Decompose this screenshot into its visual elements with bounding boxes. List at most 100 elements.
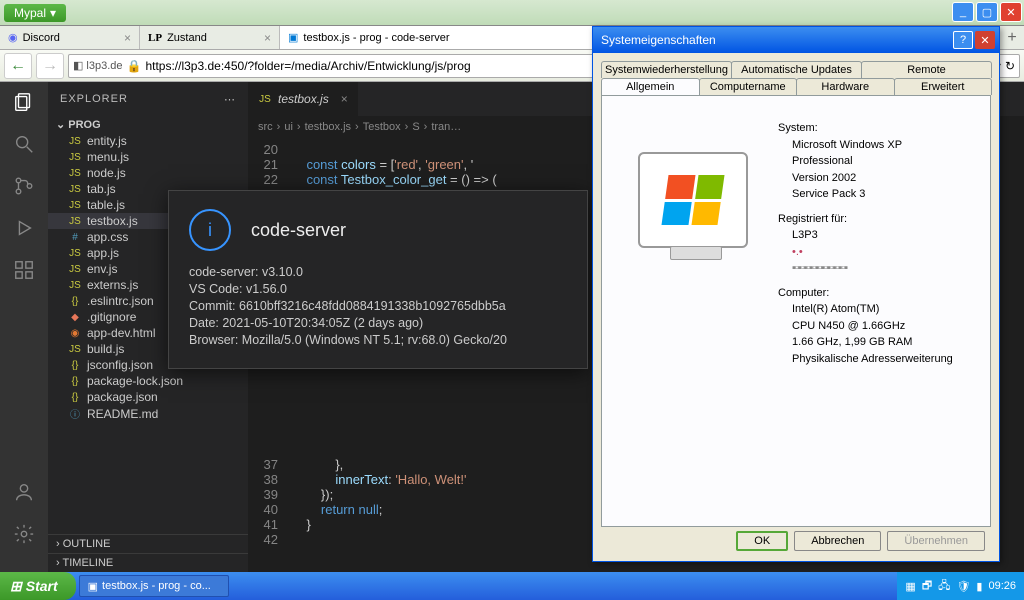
about-line: Browser: Mozilla/5.0 (Windows NT 5.1; rv… bbox=[189, 333, 567, 347]
js-icon: JS bbox=[68, 184, 82, 195]
reload-icon[interactable]: ↻ bbox=[1005, 59, 1015, 73]
git-icon: ◆ bbox=[68, 312, 82, 323]
more-icon[interactable]: ⋯ bbox=[224, 93, 236, 106]
clock[interactable]: 09:26 bbox=[988, 580, 1016, 592]
account-icon[interactable] bbox=[12, 480, 36, 504]
editor-tab[interactable]: JStestbox.js× bbox=[248, 82, 358, 116]
vscode-icon: ▣ bbox=[88, 580, 98, 593]
about-dialog: i code-server code-server: v3.10.0 VS Cod… bbox=[168, 190, 588, 369]
about-line: Date: 2021-05-10T20:34:05Z (2 days ago) bbox=[189, 316, 567, 330]
outline-section[interactable]: › OUTLINE bbox=[48, 534, 248, 553]
js-icon: JS bbox=[68, 136, 82, 147]
js-icon: JS bbox=[68, 344, 82, 355]
file-name: app.js bbox=[87, 246, 119, 260]
help-button[interactable]: ? bbox=[953, 31, 973, 49]
windows-logo bbox=[638, 152, 748, 248]
sysprops-tab[interactable]: Automatische Updates bbox=[731, 61, 862, 78]
folder-header[interactable]: ⌄ PROG bbox=[48, 116, 248, 133]
back-button[interactable]: ← bbox=[4, 53, 32, 79]
info-icon: i bbox=[189, 209, 231, 251]
sysprops-tab[interactable]: Allgemein bbox=[601, 78, 700, 95]
file-item[interactable]: ⓘ README.md bbox=[48, 405, 248, 422]
file-item[interactable]: {}package-lock.json bbox=[48, 373, 248, 389]
network-icon[interactable]: 🖧 bbox=[938, 577, 950, 596]
battery-icon[interactable]: ▮ bbox=[976, 580, 982, 593]
js-icon: JS bbox=[258, 94, 272, 105]
close-icon[interactable]: × bbox=[264, 31, 271, 45]
taskbar-item[interactable]: ▣testbox.js - prog - co... bbox=[79, 575, 229, 597]
explorer-icon[interactable] bbox=[12, 90, 36, 114]
file-name: testbox.js bbox=[87, 214, 138, 228]
file-item[interactable]: JS menu.js bbox=[48, 149, 248, 165]
file-name: env.js bbox=[87, 262, 117, 276]
system-tray[interactable]: ▦ 🗗 🖧 🛡 ▮ 09:26 bbox=[897, 572, 1024, 600]
debug-icon[interactable] bbox=[12, 216, 36, 240]
vscode-icon: ▣ bbox=[288, 31, 298, 44]
activity-bar bbox=[0, 82, 48, 572]
extensions-icon[interactable] bbox=[12, 258, 36, 282]
lock-icon: 🔒 bbox=[127, 59, 142, 73]
close-icon[interactable]: × bbox=[124, 31, 131, 45]
about-title: code-server bbox=[251, 220, 346, 241]
shield-icon[interactable]: 🛡 bbox=[956, 580, 970, 593]
ok-button[interactable]: OK bbox=[736, 531, 788, 551]
json-icon: {} bbox=[68, 392, 82, 403]
sysprops-tab[interactable]: Hardware bbox=[796, 78, 895, 95]
arrow-right-icon: → bbox=[42, 57, 58, 75]
windows-icon: ⊞ bbox=[10, 578, 22, 595]
file-item[interactable]: JS entity.js bbox=[48, 133, 248, 149]
chevron-down-icon: ▾ bbox=[50, 6, 56, 20]
sysprops-tab[interactable]: Remote bbox=[861, 61, 992, 78]
sysprops-titlebar[interactable]: Systemeigenschaften ? ✕ bbox=[593, 27, 999, 53]
arrow-left-icon: ← bbox=[10, 57, 26, 75]
sysprops-tab[interactable]: Systemwiederherstellung bbox=[601, 61, 732, 78]
source-control-icon[interactable] bbox=[12, 174, 36, 198]
window-close-button[interactable]: ✕ bbox=[1000, 2, 1022, 22]
discord-icon: ◉ bbox=[8, 31, 18, 44]
gear-icon[interactable] bbox=[12, 522, 36, 546]
tab-discord[interactable]: ◉Discord× bbox=[0, 26, 140, 49]
new-tab-button[interactable]: + bbox=[1000, 26, 1024, 49]
json-icon: {} bbox=[68, 360, 82, 371]
js-icon: JS bbox=[68, 152, 82, 163]
js-icon: JS bbox=[68, 216, 82, 227]
window-maximize-button[interactable]: ▢ bbox=[976, 2, 998, 22]
js-icon: JS bbox=[68, 248, 82, 259]
sysprops-tab[interactable]: Computername bbox=[699, 78, 798, 95]
site-identity[interactable]: ◧ l3p3.de bbox=[73, 59, 123, 72]
json-icon: {} bbox=[68, 296, 82, 307]
about-line: code-server: v3.10.0 bbox=[189, 265, 567, 279]
start-button[interactable]: ⊞Start bbox=[0, 572, 76, 600]
timeline-section[interactable]: › TIMELINE bbox=[48, 553, 248, 572]
apply-button[interactable]: Übernehmen bbox=[887, 531, 985, 551]
close-icon[interactable]: × bbox=[341, 92, 348, 106]
forward-button[interactable]: → bbox=[36, 53, 64, 79]
mypal-menu-button[interactable]: Mypal ▾ bbox=[4, 4, 66, 22]
file-name: tab.js bbox=[87, 182, 116, 196]
file-name: entity.js bbox=[87, 134, 127, 148]
css-icon: # bbox=[68, 232, 82, 243]
file-name: README.md bbox=[87, 407, 158, 421]
file-name: menu.js bbox=[87, 150, 129, 164]
tab-zustand[interactable]: LPZustand× bbox=[140, 26, 280, 49]
close-button[interactable]: ✕ bbox=[975, 31, 995, 49]
file-name: app-dev.html bbox=[87, 326, 155, 340]
js-icon: JS bbox=[68, 264, 82, 275]
system-properties-window: Systemeigenschaften ? ✕ Systemwiederhers… bbox=[592, 26, 1000, 562]
md-icon: ⓘ bbox=[68, 406, 82, 421]
file-name: app.css bbox=[87, 230, 128, 244]
about-line: VS Code: v1.56.0 bbox=[189, 282, 567, 296]
file-name: node.js bbox=[87, 166, 126, 180]
file-item[interactable]: {}package.json bbox=[48, 389, 248, 405]
window-minimize-button[interactable]: _ bbox=[952, 2, 974, 22]
sysprops-tab[interactable]: Erweitert bbox=[894, 78, 993, 95]
volume-icon[interactable]: 🗗 bbox=[922, 577, 932, 596]
file-item[interactable]: JSnode.js bbox=[48, 165, 248, 181]
search-icon[interactable] bbox=[12, 132, 36, 156]
file-name: .gitignore bbox=[87, 310, 136, 324]
cancel-button[interactable]: Abbrechen bbox=[794, 531, 881, 551]
file-name: externs.js bbox=[87, 278, 138, 292]
file-name: jsconfig.json bbox=[87, 358, 153, 372]
tray-icon[interactable]: ▦ bbox=[905, 580, 915, 593]
file-name: .eslintrc.json bbox=[87, 294, 154, 308]
